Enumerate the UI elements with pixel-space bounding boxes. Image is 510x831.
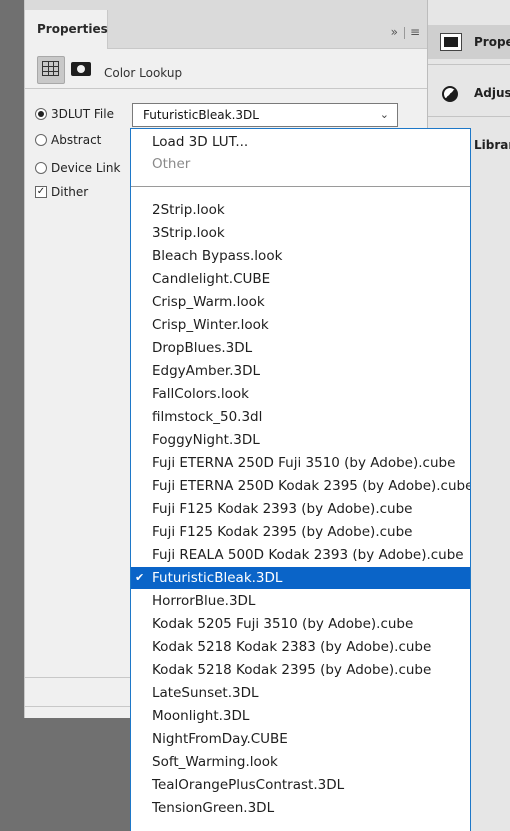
lut-list-item[interactable]: TealOrangePlusContrast.3DL (131, 774, 470, 796)
lut-list-item[interactable]: NightFromDay.CUBE (131, 728, 470, 750)
dither-checkbox[interactable]: ✓ (35, 185, 47, 198)
lut-list-item-label: filmstock_50.3dl (152, 409, 263, 425)
menu-item-label: Other (152, 156, 191, 172)
lut-list-item-label: Fuji ETERNA 250D Kodak 2395 (by Adobe).c… (152, 478, 471, 494)
lut-list-item[interactable]: Candlelight.CUBE (131, 268, 470, 290)
adjustment-layer-button[interactable] (37, 56, 65, 84)
dock-item-adjustments-label: Adjus (474, 86, 510, 100)
lut-file-select[interactable]: FuturisticBleak.3DL ⌄ (132, 103, 398, 127)
lut-list-item-label: TealOrangePlusContrast.3DL (152, 777, 345, 793)
mask-button[interactable] (67, 56, 93, 82)
lut-list-item-label: Candlelight.CUBE (152, 271, 271, 287)
lookup-grid-icon (42, 61, 59, 76)
properties-icon (440, 33, 462, 51)
option-dither-label: Dither (51, 185, 89, 199)
lut-list-item-label: LateSunset.3DL (152, 685, 259, 701)
lut-list-item-label: 2Strip.look (152, 202, 225, 218)
panel-subtitle: Color Lookup (104, 66, 183, 80)
toolbar-divider (403, 26, 405, 39)
option-abstract-label: Abstract (51, 133, 102, 147)
checkmark-icon: ✔ (135, 571, 145, 584)
lut-list-item[interactable]: LateSunset.3DL (131, 682, 470, 704)
lut-list-item-label: Kodak 5218 Kodak 2383 (by Adobe).cube (152, 639, 432, 655)
lut-list-item-label: Moonlight.3DL (152, 708, 250, 724)
panel-divider (25, 88, 427, 89)
lut-list-item[interactable]: Crisp_Winter.look (131, 314, 470, 336)
mask-icon (71, 62, 91, 76)
menu-item-load-3d-lut[interactable]: Load 3D LUT... (131, 131, 470, 153)
lut-list-item-label: Fuji F125 Kodak 2393 (by Adobe).cube (152, 501, 413, 517)
lut-list-item-label: DropBlues.3DL (152, 340, 253, 356)
dock-item-properties-label: Prope (474, 35, 510, 49)
option-dither[interactable]: ✓ Dither (35, 185, 88, 199)
lut-list-item[interactable]: TensionGreen.3DL (131, 797, 470, 819)
lut-list-item[interactable]: ✔ FuturisticBleak.3DL (131, 567, 470, 589)
lut-list-item[interactable]: Moonlight.3DL (131, 705, 470, 727)
lut-list-item-label: FallColors.look (152, 386, 249, 402)
option-device-link[interactable]: Device Link (35, 161, 120, 175)
lut-list-item[interactable]: Kodak 5218 Kodak 2383 (by Adobe).cube (131, 636, 470, 658)
lut-list-item-label: NightFromDay.CUBE (152, 731, 288, 747)
lut-list-item[interactable]: filmstock_50.3dl (131, 406, 470, 428)
lut-list-item-label: Crisp_Winter.look (152, 317, 269, 333)
dock-item-properties[interactable]: Prope (428, 25, 510, 59)
chevron-down-icon: ⌄ (379, 108, 389, 121)
lut-list-item[interactable]: Fuji ETERNA 250D Kodak 2395 (by Adobe).c… (131, 475, 470, 497)
lut-list-item[interactable]: EdgyAmber.3DL (131, 360, 470, 382)
lut-list-item[interactable]: 3Strip.look (131, 222, 470, 244)
panel-menu-icon[interactable]: ≡ (410, 25, 421, 39)
lut-list-item-label: Bleach Bypass.look (152, 248, 283, 264)
lut-list-item[interactable]: Fuji F125 Kodak 2395 (by Adobe).cube (131, 521, 470, 543)
lut-list-item-label: HorrorBlue.3DL (152, 593, 256, 609)
lut-list-item-label: Fuji REALA 500D Kodak 2393 (by Adobe).cu… (152, 547, 464, 563)
lut-list-item-label: FuturisticBleak.3DL (152, 570, 283, 586)
lut-list-item-label: Soft_Warming.look (152, 754, 278, 770)
lut-list-item-label: 3Strip.look (152, 225, 225, 241)
lut-list-item[interactable]: Kodak 5205 Fuji 3510 (by Adobe).cube (131, 613, 470, 635)
panel-tab-bar: Properties » ≡ (25, 0, 427, 49)
lut-list-item[interactable]: Soft_Warming.look (131, 751, 470, 773)
lut-list-item-label: FoggyNight.3DL (152, 432, 260, 448)
lut-list-item-label: Fuji F125 Kodak 2395 (by Adobe).cube (152, 524, 413, 540)
lut-list-item[interactable]: DropBlues.3DL (131, 337, 470, 359)
option-3dlut-file-label: 3DLUT File (51, 107, 114, 121)
radio-3dlut-file[interactable] (35, 107, 47, 120)
lut-list-item-label: Crisp_Warm.look (152, 294, 265, 310)
menu-item-label: Load 3D LUT... (152, 134, 249, 150)
tab-properties[interactable]: Properties (25, 10, 108, 49)
option-device-link-label: Device Link (51, 161, 121, 175)
dock-divider (428, 64, 510, 65)
lut-list-item-label: EdgyAmber.3DL (152, 363, 261, 379)
lut-list-item[interactable]: FallColors.look (131, 383, 470, 405)
lut-list-item[interactable]: 2Strip.look (131, 199, 470, 221)
option-abstract[interactable]: Abstract (35, 133, 101, 147)
lut-list-item-label: Kodak 5205 Fuji 3510 (by Adobe).cube (152, 616, 414, 632)
lut-list-item[interactable]: Crisp_Warm.look (131, 291, 470, 313)
lut-list-item[interactable]: Fuji F125 Kodak 2393 (by Adobe).cube (131, 498, 470, 520)
lut-list-item[interactable]: HorrorBlue.3DL (131, 590, 470, 612)
dock-item-adjustments[interactable]: Adjus (428, 76, 510, 110)
lut-list-item[interactable]: FoggyNight.3DL (131, 429, 470, 451)
lut-list-item[interactable]: Fuji ETERNA 250D Fuji 3510 (by Adobe).cu… (131, 452, 470, 474)
lut-dropdown-menu: Load 3D LUT... Other 2Strip.look 3Strip.l… (130, 128, 471, 831)
adjustments-icon (442, 86, 458, 102)
lut-list-item[interactable]: Bleach Bypass.look (131, 245, 470, 267)
menu-item-other: Other (131, 153, 470, 175)
radio-abstract[interactable] (35, 133, 47, 146)
collapse-panels-icon[interactable]: » (391, 25, 399, 39)
lut-list-item-label: TensionGreen.3DL (152, 800, 275, 816)
menu-separator (131, 186, 470, 187)
dock-item-libraries-label: Librar (474, 138, 510, 152)
tab-properties-label: Properties (37, 22, 108, 36)
lut-list-item-label: Fuji ETERNA 250D Fuji 3510 (by Adobe).cu… (152, 455, 456, 471)
lut-list-item-label: Kodak 5218 Kodak 2395 (by Adobe).cube (152, 662, 432, 678)
radio-device-link[interactable] (35, 161, 47, 174)
panel-tools: » ≡ (391, 25, 421, 39)
dock-divider (428, 116, 510, 117)
option-3dlut-file[interactable]: 3DLUT File (35, 107, 114, 121)
lut-list-item[interactable]: Kodak 5218 Kodak 2395 (by Adobe).cube (131, 659, 470, 681)
lut-file-select-value: FuturisticBleak.3DL (143, 108, 259, 122)
lut-list-item[interactable]: Fuji REALA 500D Kodak 2393 (by Adobe).cu… (131, 544, 470, 566)
